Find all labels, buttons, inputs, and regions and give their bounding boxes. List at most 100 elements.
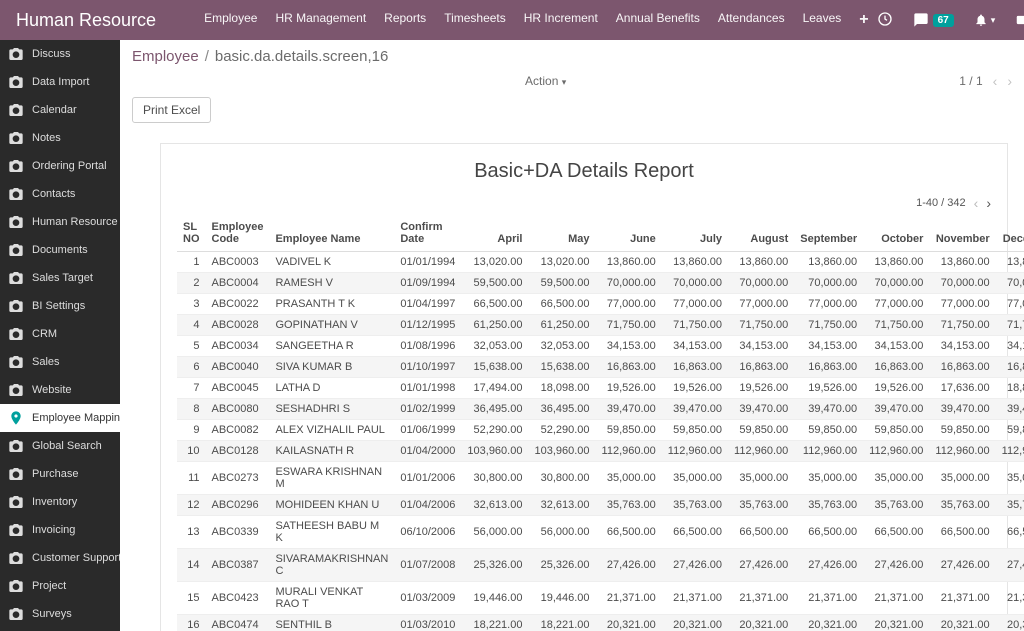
cell-month: 66,500.00 [662,516,728,549]
pager-inner-prev-icon[interactable]: ‹ [974,195,979,211]
top-menu-item[interactable]: Annual Benefits [616,11,700,29]
table-row[interactable]: 14ABC0387SIVARAMAKRISHNAN C01/07/200825,… [177,549,1024,582]
sidebar-item[interactable]: Sales [0,348,120,376]
sidebar-item-label: Customer Support [32,552,120,564]
cell-code: ABC0273 [206,462,270,495]
table-row[interactable]: 15ABC0423MURALI VENKAT RAO T01/03/200919… [177,582,1024,615]
top-menu-item[interactable]: Attendances [718,11,785,29]
table-row[interactable]: 5ABC0034SANGEETHA R01/08/199632,053.0032… [177,336,1024,357]
pager-outer-next-icon[interactable]: › [1007,73,1012,89]
breadcrumb-root[interactable]: Employee [132,48,199,65]
activity-icon[interactable] [877,11,893,30]
col-month[interactable]: July [662,215,728,252]
top-menu-item[interactable]: Employee [204,11,257,29]
table-row[interactable]: 1ABC0003VADIVEL K01/01/199413,020.0013,0… [177,252,1024,273]
top-menu-item[interactable]: Reports [384,11,426,29]
admin-menu[interactable]: ADMINISTRATOR ▾ [1015,13,1024,27]
cell-month: 20,321.00 [929,615,995,631]
col-month[interactable]: September [794,215,863,252]
sidebar-item[interactable]: Inventory [0,488,120,516]
col-month[interactable]: April [461,215,528,252]
sidebar-item[interactable]: Calendar [0,96,120,124]
brand[interactable]: Human Resource [16,10,156,31]
cell-month: 30,800.00 [528,462,595,495]
top-menu-item[interactable]: Leaves [803,11,842,29]
cell-date: 01/06/1999 [394,420,461,441]
col-month[interactable]: June [596,215,662,252]
table-row[interactable]: 12ABC0296MOHIDEEN KHAN U01/04/200632,613… [177,495,1024,516]
table-row[interactable]: 16ABC0474SENTHIL B01/03/201018,221.0018,… [177,615,1024,631]
sidebar-item[interactable]: Discuss [0,40,120,68]
sidebar-item[interactable]: Contacts [0,180,120,208]
app-icon [8,242,24,258]
cell-date: 01/12/1995 [394,315,461,336]
print-excel-button[interactable]: Print Excel [132,97,211,123]
sidebar-item[interactable]: Surveys [0,600,120,628]
col-sl[interactable]: SL NO [177,215,206,252]
sidebar-item[interactable]: Global Search [0,432,120,460]
cell-month: 39,470.00 [863,399,929,420]
sidebar-item[interactable]: Customer Support [0,544,120,572]
pager-outer-prev-icon[interactable]: ‹ [993,73,998,89]
table-row[interactable]: 6ABC0040SIVA KUMAR B01/10/199715,638.001… [177,357,1024,378]
cell-month: 66,500.00 [863,516,929,549]
plus-icon[interactable]: + [859,11,868,29]
sidebar-item[interactable]: Ordering Portal [0,152,120,180]
cell-month: 52,290.00 [461,420,528,441]
col-month[interactable]: May [528,215,595,252]
table-row[interactable]: 13ABC0339SATHEESH BABU M K06/10/200656,0… [177,516,1024,549]
sidebar-item[interactable]: Invoicing [0,516,120,544]
sidebar-item-label: Purchase [32,468,78,480]
top-right: 67 ▾ ADMINISTRATOR ▾ [877,11,1024,30]
cell-month: 66,500.00 [996,516,1024,549]
cell-month: 71,750.00 [662,315,728,336]
messages-icon[interactable]: 67 [913,12,954,28]
top-menu-item[interactable]: Timesheets [444,11,506,29]
sidebar-item[interactable]: Website [0,376,120,404]
table-row[interactable]: 9ABC0082ALEX VIZHALIL PAUL01/06/199952,2… [177,420,1024,441]
cell-month: 35,763.00 [863,495,929,516]
col-month[interactable]: August [728,215,794,252]
sidebar-item[interactable]: Sales Target [0,264,120,292]
table-row[interactable]: 10ABC0128KAILASNATH R01/04/2000103,960.0… [177,441,1024,462]
col-month[interactable]: October [863,215,929,252]
sidebar-item[interactable]: Data Import [0,68,120,96]
cell-month: 56,000.00 [528,516,595,549]
pager-inner-next-icon[interactable]: › [986,195,991,211]
table-row[interactable]: 11ABC0273ESWARA KRISHNAN M01/01/200630,8… [177,462,1024,495]
table-row[interactable]: 4ABC0028GOPINATHAN V01/12/199561,250.006… [177,315,1024,336]
table-row[interactable]: 3ABC0022PRASANTH T K01/04/199766,500.006… [177,294,1024,315]
cell-month: 77,000.00 [596,294,662,315]
sidebar-item[interactable]: Employee Mapping [0,404,120,432]
cell-name: SATHEESH BABU M K [269,516,394,549]
cell-name: RAMESH V [269,273,394,294]
cell-month: 35,000.00 [596,462,662,495]
sidebar-item-label: Surveys [32,608,72,620]
cell-month: 13,020.00 [461,252,528,273]
sidebar-item[interactable]: CRM [0,320,120,348]
table-row[interactable]: 8ABC0080SESHADHRI S01/02/199936,495.0036… [177,399,1024,420]
sidebar-item[interactable]: Project [0,572,120,600]
cell-month: 13,860.00 [596,252,662,273]
col-code[interactable]: Employee Code [206,215,270,252]
sidebar-item[interactable]: Documents [0,236,120,264]
col-name[interactable]: Employee Name [269,215,394,252]
top-menu-item[interactable]: HR Increment [524,11,598,29]
table-row[interactable]: 7ABC0045LATHA D01/01/199817,494.0018,098… [177,378,1024,399]
cell-month: 17,636.00 [929,378,995,399]
top-menu-item[interactable]: HR Management [275,11,366,29]
table-row[interactable]: 2ABC0004RAMESH V01/09/199459,500.0059,50… [177,273,1024,294]
cell-month: 32,613.00 [528,495,595,516]
sidebar-item[interactable]: Purchase [0,460,120,488]
col-month[interactable]: December [996,215,1024,252]
sidebar-item[interactable]: Human Resource [0,208,120,236]
sidebar-item[interactable]: Notes [0,124,120,152]
col-date[interactable]: Confirm Date [394,215,461,252]
cell-month: 16,863.00 [662,357,728,378]
cell-month: 103,960.00 [528,441,595,462]
cell-month: 39,470.00 [728,399,794,420]
action-dropdown[interactable]: Action ▾ [525,74,566,88]
col-month[interactable]: November [929,215,995,252]
notifications-icon[interactable]: ▾ [974,13,996,27]
sidebar-item[interactable]: BI Settings [0,292,120,320]
